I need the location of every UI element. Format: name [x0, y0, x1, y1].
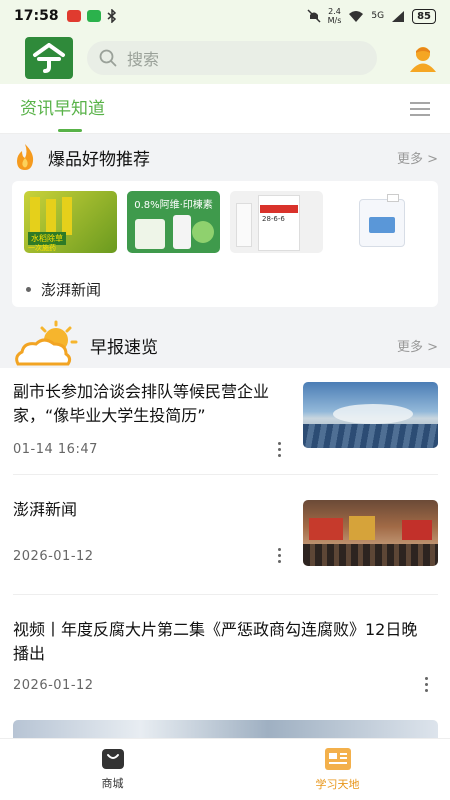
signal-label: 5G	[371, 11, 385, 21]
net-speed-value: 2.4	[328, 7, 341, 16]
divider	[13, 474, 438, 475]
divider	[13, 594, 438, 595]
product-3-text: 28-6-6	[262, 215, 285, 223]
wechat-notification-icon	[86, 10, 101, 22]
news-title: 副市长参加洽谈会排队等候民营企业家，“像毕业大学生投简历”	[13, 382, 270, 425]
status-bar: 17:58 2.4 M/s 5G 85	[0, 0, 450, 32]
menu-icon[interactable]	[410, 101, 430, 117]
more-options-icon[interactable]	[425, 677, 428, 692]
product-1-tag-2: 一次施药	[28, 244, 56, 252]
bluetooth-icon	[107, 9, 116, 23]
news-item[interactable]: 澎湃新闻 2026-01-12	[13, 498, 438, 578]
user-avatar-icon[interactable]	[408, 43, 438, 73]
search-placeholder: 搜索	[127, 50, 160, 69]
news-meta: 2026-01-12	[13, 678, 94, 693]
product-card[interactable]: 0.8%阿维·印楝素	[127, 191, 220, 253]
notification-icons	[66, 9, 117, 23]
app-logo-icon[interactable]	[25, 37, 73, 79]
wifi-icon	[349, 11, 364, 22]
net-speed-unit: M/s	[327, 16, 342, 25]
news-thumbnail	[303, 382, 438, 448]
app-header: 搜索	[0, 32, 450, 84]
fire-icon	[17, 144, 34, 170]
hot-products-header: 爆品好物推荐 更多 >	[12, 142, 438, 172]
status-right: 2.4 M/s 5G 85	[307, 7, 436, 25]
product-row: 水稻除草 一次施药 0.8%阿维·印楝素 28-6-6	[12, 181, 438, 263]
tab-news[interactable]: 资讯早知道	[20, 84, 105, 134]
nav-item-learning[interactable]: 学习天地	[225, 739, 450, 800]
product-card[interactable]: 28-6-6	[230, 191, 323, 253]
news-meta: 01-14 16:47	[13, 442, 98, 457]
news-item[interactable]: 副市长参加洽谈会排队等候民营企业家，“像毕业大学生投简历” 01-14 16:4…	[13, 380, 438, 470]
battery-indicator: 85	[412, 8, 436, 24]
card-news-label: 澎湃新闻	[41, 281, 102, 299]
hot-products-more-link[interactable]: 更多 >	[397, 148, 438, 167]
mute-bell-icon	[307, 9, 321, 23]
morning-report-more-link[interactable]: 更多 >	[397, 336, 438, 355]
card-news-item[interactable]: 澎湃新闻	[26, 279, 101, 300]
product-2-text: 0.8%阿维·印楝素	[134, 200, 213, 211]
channel-tabs: 资讯早知道	[0, 84, 450, 134]
sun-cloud-icon	[15, 320, 78, 366]
news-icon	[324, 748, 351, 770]
bullet-dot	[26, 287, 31, 292]
news-title: 澎湃新闻	[13, 500, 78, 519]
news-title: 视频丨年度反腐大片第二集《严惩政商勾连腐败》12日晚播出	[13, 620, 418, 663]
bottom-nav: 商城 学习天地	[0, 738, 450, 800]
net-speed: 2.4 M/s	[328, 7, 342, 25]
morning-report-header: 早报速览 更多 >	[12, 320, 438, 370]
news-meta: 2026-01-12	[13, 549, 94, 564]
morning-report-title: 早报速览	[90, 337, 158, 358]
status-time: 17:58	[14, 8, 59, 24]
more-options-icon[interactable]	[278, 442, 281, 457]
news-thumbnail	[303, 500, 438, 566]
news-list: 副市长参加洽谈会排队等候民营企业家，“像毕业大学生投简历” 01-14 16:4…	[0, 368, 450, 738]
nav-label-learning: 学习天地	[315, 778, 360, 791]
hot-products-title: 爆品好物推荐	[48, 149, 150, 170]
hot-products-card: 水稻除草 一次施药 0.8%阿维·印楝素 28-6-6 澎湃新闻	[12, 181, 438, 307]
news-item[interactable]: 视频丨年度反腐大片第二集《严惩政商勾连腐败》12日晚播出 2026-01-12	[13, 618, 438, 698]
product-card[interactable]	[333, 191, 426, 253]
search-input[interactable]: 搜索	[87, 41, 377, 75]
nav-item-mall[interactable]: 商城	[0, 739, 225, 800]
news-thumbnail	[13, 720, 438, 738]
weibo-notification-icon	[66, 10, 81, 22]
search-icon	[99, 49, 117, 67]
more-options-icon[interactable]	[278, 548, 281, 563]
shopping-bag-icon	[101, 749, 124, 769]
product-card[interactable]: 水稻除草 一次施药	[24, 191, 117, 253]
signal-icon	[392, 11, 405, 22]
nav-label-mall: 商城	[101, 777, 124, 790]
